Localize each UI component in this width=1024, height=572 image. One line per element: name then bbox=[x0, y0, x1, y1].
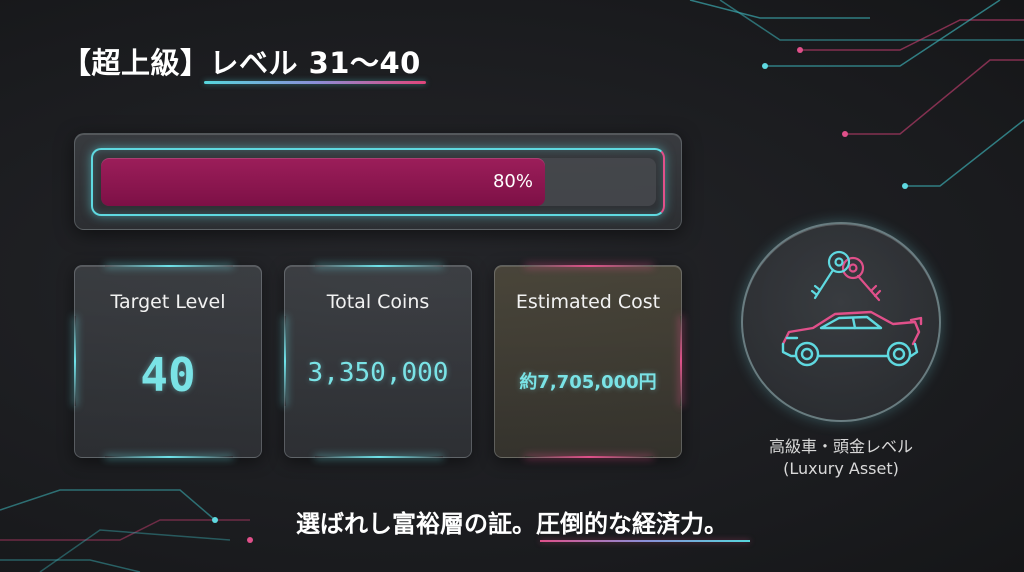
tagline-underline bbox=[540, 540, 750, 542]
estimated-cost-card: Estimated Cost 約7,705,000円 bbox=[494, 265, 682, 458]
card-label: Target Level bbox=[110, 291, 226, 313]
card-label: Total Coins bbox=[326, 291, 430, 313]
progress-panel: 80% bbox=[74, 133, 682, 230]
target-level-card: Target Level 40 bbox=[74, 265, 262, 458]
progress-track: 80% bbox=[101, 158, 656, 206]
progress-percent-label: 80% bbox=[492, 171, 533, 192]
page-title: 【超上級】レベル 31〜40 bbox=[62, 46, 421, 80]
sports-car-icon bbox=[781, 310, 923, 367]
target-level-value: 40 bbox=[140, 348, 196, 402]
total-coins-card: Total Coins 3,350,000 bbox=[284, 265, 472, 458]
progress-frame: 80% bbox=[91, 148, 665, 216]
slide: 【超上級】レベル 31〜40 80% Target Level 40 Total… bbox=[0, 0, 1024, 572]
estimated-cost-value: 約7,705,000円 bbox=[519, 372, 657, 393]
card-label: Estimated Cost bbox=[515, 291, 661, 313]
luxury-asset-badge bbox=[741, 222, 941, 422]
badge-caption-line1: 高級車・頭金レベル bbox=[768, 437, 913, 456]
tagline: 選ばれし富裕層の証。圧倒的な経済力。 bbox=[296, 510, 728, 538]
title-underline bbox=[204, 81, 426, 84]
badge-caption: 高級車・頭金レベル (Luxury Asset) bbox=[720, 436, 962, 480]
badge-caption-line2: (Luxury Asset) bbox=[783, 459, 899, 478]
keys-icon bbox=[810, 250, 882, 302]
total-coins-value: 3,350,000 bbox=[307, 358, 449, 388]
